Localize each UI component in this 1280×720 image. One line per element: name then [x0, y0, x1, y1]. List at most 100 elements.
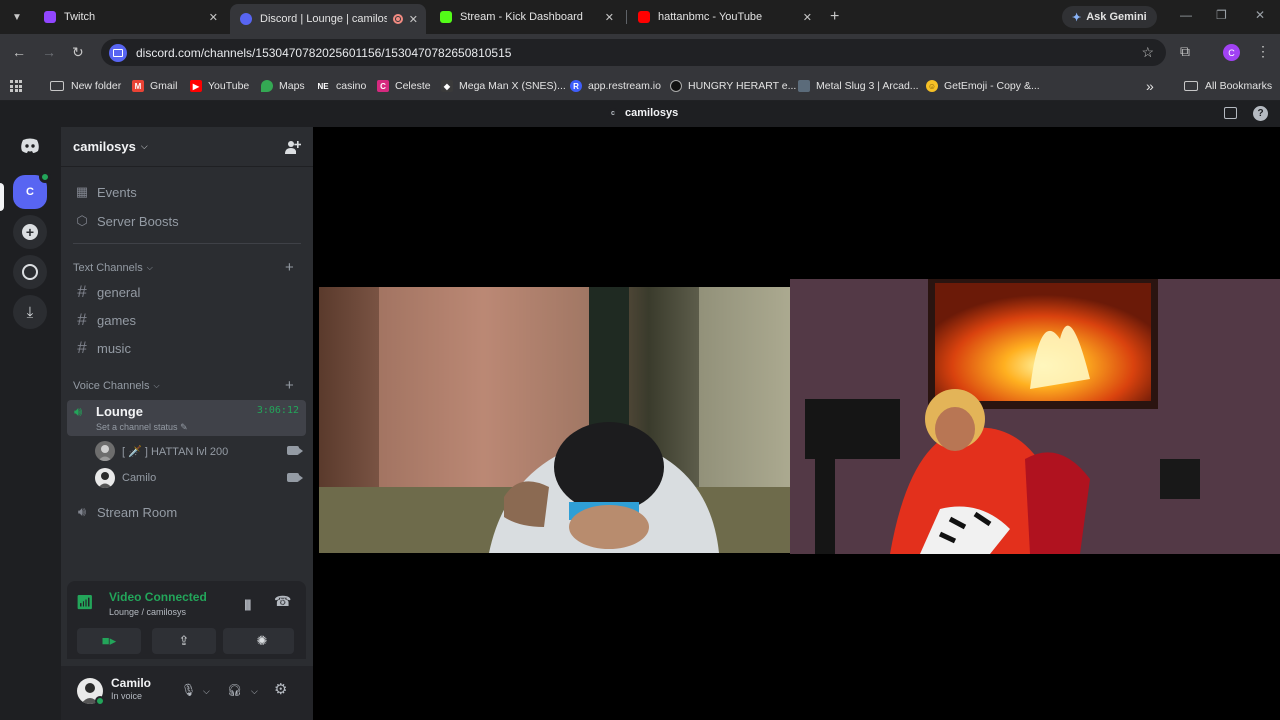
soundboard-button[interactable]: ✺: [230, 628, 294, 654]
voice-channel-stream-room[interactable]: 🔊︎ Stream Room: [67, 499, 307, 525]
tab-search-button[interactable]: ▼: [6, 7, 28, 27]
forward-icon[interactable]: →: [42, 44, 56, 60]
share-screen-button[interactable]: ⇪: [152, 628, 216, 654]
chevron-down-icon: ⌵: [146, 263, 153, 272]
all-bookmarks-button[interactable]: All Bookmarks: [1184, 77, 1272, 95]
bookmark-item[interactable]: Maps: [261, 77, 305, 95]
hash-icon: #: [77, 338, 87, 357]
nav-label: Events: [97, 184, 137, 200]
voice-channel-lounge[interactable]: 🔊︎ Lounge 3:06:12 Set a channel status ✎: [67, 400, 306, 436]
voice-status[interactable]: Video Connected: [109, 590, 207, 604]
title-server-name: c camilosys: [608, 107, 678, 119]
bookmark-item[interactable]: Metal Slug 3 | Arcad...: [798, 77, 919, 95]
voice-user-name: [ 🗡️ ] HATTAN lvl 200: [122, 445, 229, 458]
apps-grid-icon[interactable]: [10, 80, 22, 92]
help-icon[interactable]: ?: [1253, 106, 1268, 121]
chevron-down-icon[interactable]: ⌵: [251, 686, 258, 697]
bookmark-item[interactable]: R app.restream.io: [570, 77, 661, 95]
bookmark-item[interactable]: HUNGRY HERART e...: [670, 77, 796, 95]
voice-user[interactable]: [ 🗡️ ] HATTAN lvl 200: [95, 439, 307, 463]
create-voice-channel-button[interactable]: +: [285, 377, 294, 394]
video-tile-hattan[interactable]: [319, 287, 790, 553]
bookmark-label: New folder: [71, 80, 122, 92]
bookmarks-overflow-button[interactable]: »: [1146, 77, 1154, 95]
bookmark-star-icon[interactable]: ☆: [1141, 44, 1154, 61]
headphones-icon[interactable]: 🎧︎: [227, 683, 242, 697]
address-bar[interactable]: discord.com/channels/1530470782025601156…: [101, 39, 1166, 66]
create-text-channel-button[interactable]: +: [285, 259, 294, 276]
video-camera-icon: ■▸: [101, 633, 117, 648]
speaker-icon: 🔊︎: [74, 404, 83, 419]
close-icon[interactable]: ✕: [803, 11, 812, 24]
voice-location[interactable]: Lounge / camilosys: [109, 607, 186, 617]
channel-games[interactable]: # games: [67, 307, 307, 333]
camera-button[interactable]: ■▸: [77, 628, 141, 654]
more-menu-icon[interactable]: ⋮: [1256, 43, 1270, 60]
window-close-icon[interactable]: ✕: [1255, 8, 1265, 22]
settings-gear-icon[interactable]: ⚙: [274, 680, 287, 698]
download-apps-button[interactable]: ⤓: [13, 295, 47, 329]
noise-suppression-icon[interactable]: |||||: [244, 597, 251, 611]
back-icon[interactable]: ←: [12, 44, 26, 60]
hash-icon: #: [77, 282, 87, 301]
download-icon: ⤓: [26, 303, 34, 321]
bookmark-item[interactable]: ◆ Mega Man X (SNES)...: [441, 77, 566, 95]
set-channel-status[interactable]: Set a channel status ✎: [96, 422, 188, 433]
invite-people-icon[interactable]: [285, 139, 301, 155]
overflow-chevron-icon: »: [1146, 78, 1154, 94]
divider: [73, 243, 301, 244]
reload-icon[interactable]: ↻: [72, 44, 84, 61]
tab-kick[interactable]: Stream - Kick Dashboard ✕: [430, 4, 622, 30]
close-icon[interactable]: ✕: [605, 11, 614, 24]
channel-general[interactable]: # general: [67, 279, 307, 305]
server-boosts-link[interactable]: ⬡ Server Boosts: [67, 208, 307, 234]
disconnect-icon[interactable]: ☎︎: [274, 593, 291, 610]
gmail-icon: M: [132, 80, 144, 92]
close-icon[interactable]: ✕: [209, 11, 218, 24]
channel-music[interactable]: # music: [67, 335, 307, 361]
microphone-icon[interactable]: 🎙︎: [181, 683, 196, 697]
tab-discord[interactable]: Discord | Lounge | camilosys ✕: [230, 4, 426, 34]
chevron-down-icon[interactable]: ⌵: [203, 686, 210, 697]
voice-user[interactable]: Camilo: [95, 466, 307, 490]
video-tile-camilo[interactable]: [790, 279, 1280, 554]
site-info-icon[interactable]: [109, 43, 127, 62]
discover-button[interactable]: [13, 255, 47, 289]
bookmark-item[interactable]: C Celeste: [377, 77, 431, 95]
bookmark-item[interactable]: New folder: [50, 77, 121, 95]
voice-channels-category[interactable]: Voice Channels ⌵: [73, 380, 160, 392]
server-name: camilosys: [73, 139, 136, 154]
profile-avatar[interactable]: C: [1223, 44, 1240, 61]
selected-server-indicator: [0, 183, 4, 211]
discord-icon: [240, 13, 252, 25]
bookmark-item[interactable]: NE casino: [316, 77, 366, 95]
extensions-icon[interactable]: ⧉: [1180, 43, 1190, 60]
maximize-icon[interactable]: ❐: [1216, 8, 1227, 22]
camera-on-icon: [287, 446, 303, 455]
connection-signal-icon[interactable]: 📶︎: [76, 594, 94, 611]
events-link[interactable]: ▦ Events: [67, 179, 307, 205]
close-icon[interactable]: ✕: [409, 13, 418, 26]
inbox-icon[interactable]: [1224, 107, 1237, 119]
nav-label: Server Boosts: [97, 213, 179, 229]
tab-youtube[interactable]: hattanbmc - YouTube ✕: [628, 4, 820, 30]
bookmark-item[interactable]: M Gmail: [132, 77, 177, 95]
text-channels-category[interactable]: Text Channels ⌵: [73, 262, 153, 274]
add-server-button[interactable]: +: [13, 215, 47, 249]
new-tab-button[interactable]: +: [830, 8, 839, 26]
server-icon-camilosys[interactable]: C: [13, 171, 51, 209]
home-button[interactable]: [13, 129, 47, 163]
username[interactable]: Camilo: [111, 676, 151, 690]
bookmark-item[interactable]: ☺ GetEmoji - Copy &...: [926, 77, 1040, 95]
folder-icon: [50, 81, 64, 91]
ne-icon: NE: [317, 81, 329, 91]
category-label: Voice Channels: [73, 380, 150, 392]
bookmark-label: Maps: [279, 80, 305, 92]
bookmark-label: app.restream.io: [588, 80, 661, 92]
compass-icon: [22, 264, 38, 280]
tab-twitch[interactable]: Twitch ✕: [34, 4, 226, 30]
minimize-icon[interactable]: —: [1180, 8, 1192, 22]
server-header[interactable]: camilosys ⌵: [61, 127, 313, 167]
ask-gemini-button[interactable]: ✦ Ask Gemini: [1062, 6, 1157, 28]
bookmark-item[interactable]: ▶ YouTube: [190, 77, 249, 95]
